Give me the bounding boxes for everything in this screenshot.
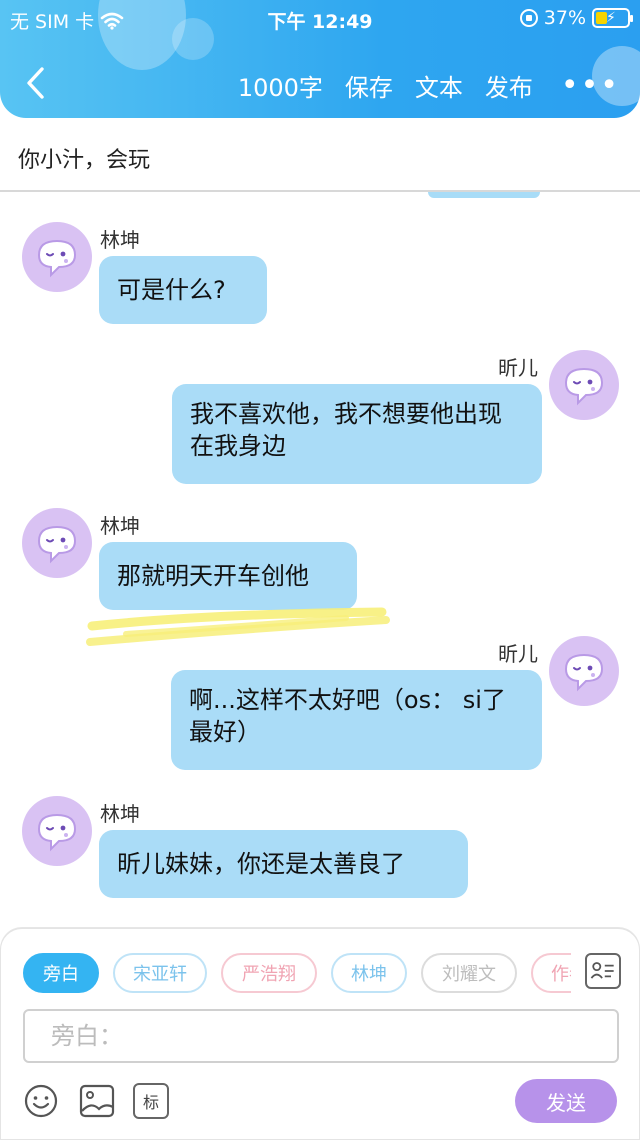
more-icon[interactable]: ••• <box>561 70 620 100</box>
avatar-icon[interactable] <box>22 222 92 292</box>
text-button[interactable]: 文本 <box>415 68 463 103</box>
word-count-button[interactable]: 1000字 <box>238 68 323 103</box>
role-chip[interactable]: 严浩翔 <box>221 953 317 993</box>
story-title[interactable]: 你小汁，会玩 <box>18 142 150 174</box>
avatar-icon[interactable] <box>22 796 92 866</box>
narration-input[interactable] <box>23 1009 619 1063</box>
story-title-bar: 你小汁，会玩 <box>0 118 640 192</box>
image-icon[interactable] <box>79 1083 115 1119</box>
message-bubble[interactable]: 啊...这样不太好吧（os： si了最好） <box>171 670 542 770</box>
publish-button[interactable]: 发布 <box>485 68 533 103</box>
nav-actions: 1000字 保存 文本 发布 ••• <box>238 68 620 103</box>
top-nav-bar: 无 SIM 卡 下午 12:49 37% ⚡ 1000字 保存 文本 发布 ••… <box>0 0 640 118</box>
emoji-icon[interactable] <box>23 1083 59 1119</box>
sender-name: 昕儿 <box>498 356 538 380</box>
message-bubble[interactable]: 我不喜欢他，我不想要他出现在我身边 <box>172 384 542 484</box>
tag-icon[interactable]: 标 <box>133 1083 169 1119</box>
avatar-icon[interactable] <box>549 350 619 420</box>
role-chip-narrator[interactable]: 旁白 <box>23 953 99 993</box>
highlighter-mark <box>86 607 390 646</box>
role-chip[interactable]: 刘耀文 <box>421 953 517 993</box>
sender-name: 林坤 <box>100 514 140 538</box>
avatar-icon[interactable] <box>22 508 92 578</box>
role-chip[interactable]: 作者 <box>531 953 571 993</box>
battery-icon: ⚡ <box>592 8 633 28</box>
send-button[interactable]: 发送 <box>515 1079 617 1123</box>
role-chip[interactable]: 林坤 <box>331 953 407 993</box>
avatar-icon[interactable] <box>549 636 619 706</box>
role-chip[interactable]: 宋亚轩 <box>113 953 207 993</box>
battery-percent: 37% <box>543 7 586 29</box>
save-button[interactable]: 保存 <box>345 68 393 103</box>
contact-card-icon[interactable] <box>585 953 621 989</box>
status-right-group: 37% ⚡ <box>519 7 633 29</box>
sender-name: 林坤 <box>100 802 140 826</box>
status-bar: 无 SIM 卡 下午 12:49 37% ⚡ <box>0 0 640 36</box>
back-icon[interactable] <box>22 66 52 100</box>
charging-bolt-icon: ⚡ <box>606 10 616 26</box>
role-selector: 旁白 宋亚轩 严浩翔 林坤 刘耀文 作者 <box>23 953 571 997</box>
battery-tip <box>630 15 633 22</box>
previous-message-edge <box>428 192 540 198</box>
lock-icon <box>519 9 538 27</box>
sender-name: 林坤 <box>100 228 140 252</box>
composer-panel: 旁白 宋亚轩 严浩翔 林坤 刘耀文 作者 标 发送 <box>0 928 640 1140</box>
message-bubble[interactable]: 可是什么? <box>99 256 267 324</box>
message-bubble[interactable]: 昕儿妹妹，你还是太善良了 <box>99 830 468 898</box>
sender-name: 昕儿 <box>498 642 538 666</box>
